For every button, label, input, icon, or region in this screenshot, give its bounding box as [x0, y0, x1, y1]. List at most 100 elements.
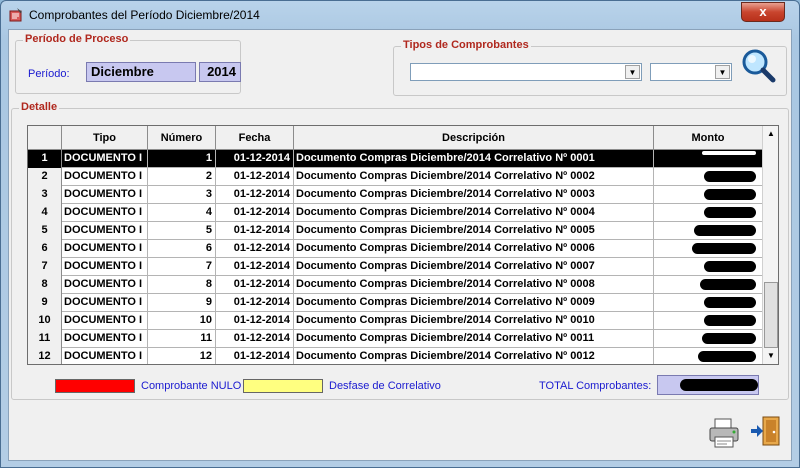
tipo-cell: DOCUMENTO I [62, 312, 148, 330]
tipo-cell: DOCUMENTO I [62, 348, 148, 364]
col-descripcion[interactable]: Descripción [294, 126, 654, 150]
desfase-swatch [243, 379, 323, 393]
total-field [657, 375, 759, 395]
client-area: Período de Proceso Período: Diciembre 20… [8, 29, 792, 461]
descripcion-cell: Documento Compras Diciembre/2014 Correla… [294, 276, 654, 294]
tipos-group-title: Tipos de Comprobantes [401, 39, 531, 51]
col-fecha[interactable]: Fecha [216, 126, 294, 150]
scroll-thumb[interactable] [764, 282, 778, 348]
tipo-cell: DOCUMENTO I [62, 204, 148, 222]
col-tipo[interactable]: Tipo [62, 126, 148, 150]
tipo-cell: DOCUMENTO I [62, 258, 148, 276]
descripcion-cell: Documento Compras Diciembre/2014 Correla… [294, 312, 654, 330]
tipo-secundario-combo[interactable]: ▼ [650, 63, 732, 81]
desfase-legend-label: Desfase de Correlativo [329, 380, 441, 392]
comprobantes-table[interactable]: Tipo Número Fecha Descripción Monto 1 DOC… [27, 125, 779, 365]
magnifier-icon[interactable] [740, 47, 777, 85]
descripcion-cell: Documento Compras Diciembre/2014 Correla… [294, 204, 654, 222]
descripcion-cell: Documento Compras Diciembre/2014 Correla… [294, 168, 654, 186]
fecha-cell: 01-12-2014 [216, 348, 294, 364]
monto-cell [654, 294, 762, 312]
row-index-cell: 12 [28, 348, 62, 364]
table-row[interactable]: 1 DOCUMENTO I 1 01-12-2014 Documento Compras… [28, 150, 762, 168]
exit-door-icon[interactable] [749, 414, 783, 448]
row-index-cell: 8 [28, 276, 62, 294]
table-row[interactable]: 9 DOCUMENTO I 9 01-12-2014 Documento Compras… [28, 294, 762, 312]
redaction-mark [704, 171, 756, 182]
redaction-mark [704, 297, 756, 308]
title-bar[interactable]: Comprobantes del Período Diciembre/2014 … [1, 1, 799, 29]
row-index-cell: 4 [28, 204, 62, 222]
row-index-cell: 5 [28, 222, 62, 240]
tipo-cell: DOCUMENTO I [62, 222, 148, 240]
nulo-legend-label: Comprobante NULO [141, 380, 242, 392]
printer-icon[interactable] [707, 416, 741, 450]
table-row[interactable]: 8 DOCUMENTO I 8 01-12-2014 Documento Compras… [28, 276, 762, 294]
monto-cell [654, 276, 762, 294]
tipo-cell: DOCUMENTO I [62, 294, 148, 312]
year-field[interactable]: 2014 [199, 62, 241, 82]
row-index-cell: 7 [28, 258, 62, 276]
monto-cell: 518.838 [654, 312, 762, 330]
tipo-cell: DOCUMENTO I [62, 186, 148, 204]
table-row[interactable]: 5 DOCUMENTO I 5 01-12-2014 Documento Compras… [28, 222, 762, 240]
tipo-comprobante-combo[interactable]: ▼ [410, 63, 642, 81]
col-monto[interactable]: Monto [654, 126, 762, 150]
fecha-cell: 01-12-2014 [216, 240, 294, 258]
row-index-cell: 1 [28, 150, 62, 168]
table-header: Tipo Número Fecha Descripción Monto [28, 126, 762, 150]
descripcion-cell: Documento Compras Diciembre/2014 Correla… [294, 150, 654, 168]
close-button[interactable]: x [741, 2, 785, 22]
monto-cell [654, 240, 762, 258]
fecha-cell: 01-12-2014 [216, 186, 294, 204]
descripcion-cell: Documento Compras Diciembre/2014 Correla… [294, 240, 654, 258]
tipo-cell: DOCUMENTO I [62, 168, 148, 186]
total-label: TOTAL Comprobantes: [539, 380, 652, 392]
tipo-cell: DOCUMENTO I [62, 276, 148, 294]
descripcion-cell: Documento Compras Diciembre/2014 Correla… [294, 258, 654, 276]
numero-cell: 11 [148, 330, 216, 348]
periodo-group: Período de Proceso Período: Diciembre 20… [15, 33, 241, 94]
numero-cell: 6 [148, 240, 216, 258]
monto-cell [654, 168, 762, 186]
numero-cell: 10 [148, 312, 216, 330]
table-row[interactable]: 7 DOCUMENTO I 7 01-12-2014 Documento Compras… [28, 258, 762, 276]
redaction-mark [704, 189, 756, 200]
redaction-mark [704, 315, 756, 326]
descripcion-cell: Documento Compras Diciembre/2014 Correla… [294, 348, 654, 364]
redaction-mark [702, 151, 756, 155]
numero-cell: 4 [148, 204, 216, 222]
monto-cell [654, 258, 762, 276]
numero-cell: 7 [148, 258, 216, 276]
numero-cell: 5 [148, 222, 216, 240]
month-field[interactable]: Diciembre [86, 62, 196, 82]
fecha-cell: 01-12-2014 [216, 294, 294, 312]
tipo-cell: DOCUMENTO I [62, 240, 148, 258]
main-window: Comprobantes del Período Diciembre/2014 … [0, 0, 800, 468]
detalle-group-title: Detalle [19, 101, 60, 113]
table-row[interactable]: 4 DOCUMENTO I 4 01-12-2014 Documento Compras… [28, 204, 762, 222]
fecha-cell: 01-12-2014 [216, 204, 294, 222]
tipo-cell: DOCUMENTO I [62, 150, 148, 168]
chevron-down-icon[interactable]: ▼ [625, 65, 640, 79]
tipo-cell: DOCUMENTO I [62, 330, 148, 348]
row-index-cell: 10 [28, 312, 62, 330]
redaction-mark [700, 279, 756, 290]
nulo-swatch [55, 379, 135, 393]
descripcion-cell: Documento Compras Diciembre/2014 Correla… [294, 186, 654, 204]
chevron-down-icon[interactable]: ▼ [715, 65, 730, 79]
table-row[interactable]: 2 DOCUMENTO I 2 01-12-2014 Documento Compras… [28, 168, 762, 186]
col-numero[interactable]: Número [148, 126, 216, 150]
row-index-cell: 11 [28, 330, 62, 348]
table-row[interactable]: 6 DOCUMENTO I 6 01-12-2014 Documento Compras… [28, 240, 762, 258]
table-row[interactable]: 11 DOCUMENTO I 11 01-12-2014 Documento Compr… [28, 330, 762, 348]
row-index-cell: 2 [28, 168, 62, 186]
vertical-scrollbar[interactable]: ▲ ▼ [762, 126, 778, 364]
fecha-cell: 01-12-2014 [216, 258, 294, 276]
scroll-up-icon[interactable]: ▲ [763, 126, 778, 142]
table-row[interactable]: 12 DOCUMENTO I 12 01-12-2014 Documento Compr… [28, 348, 762, 364]
table-row[interactable]: 3 DOCUMENTO I 3 01-12-2014 Documento Compras… [28, 186, 762, 204]
scroll-down-icon[interactable]: ▼ [763, 348, 778, 364]
table-row[interactable]: 10 DOCUMENTO I 10 01-12-2014 Documento Compr… [28, 312, 762, 330]
monto-cell [654, 330, 762, 348]
